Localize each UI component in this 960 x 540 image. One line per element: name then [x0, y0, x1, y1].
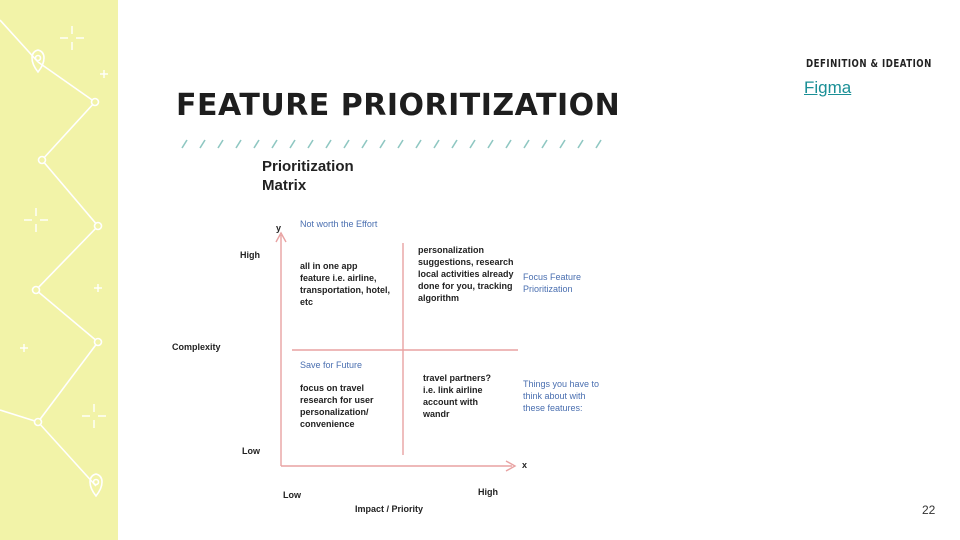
quadrant-text-bottom-left: focus on travel research for user person… [300, 383, 374, 429]
x-high-label: High [478, 487, 498, 497]
y-axis-letter: y [276, 223, 282, 233]
quadrant-text-bottom-right: travel partners? i.e. link airline accou… [423, 373, 492, 419]
x-axis-label: Impact / Priority [355, 504, 424, 514]
quadrant-text-top-left: all in one app feature i.e. airline, tra… [300, 261, 390, 307]
y-axis-label: Complexity [172, 342, 221, 352]
quadrant-heading-not-worth: Not worth the Effort [300, 219, 378, 229]
side-note-focus: Focus Feature Prioritization [523, 272, 582, 294]
y-high-label: High [240, 250, 260, 260]
side-note-think: Things you have to think about with thes… [523, 379, 600, 413]
page-number: 22 [922, 503, 936, 517]
quadrant-text-top-right: personalization suggestions, research lo… [418, 245, 514, 303]
quadrant-heading-save-for-future: Save for Future [300, 360, 363, 370]
y-low-label: Low [242, 446, 260, 456]
x-low-label: Low [283, 490, 301, 500]
x-axis-letter: x [522, 460, 528, 470]
